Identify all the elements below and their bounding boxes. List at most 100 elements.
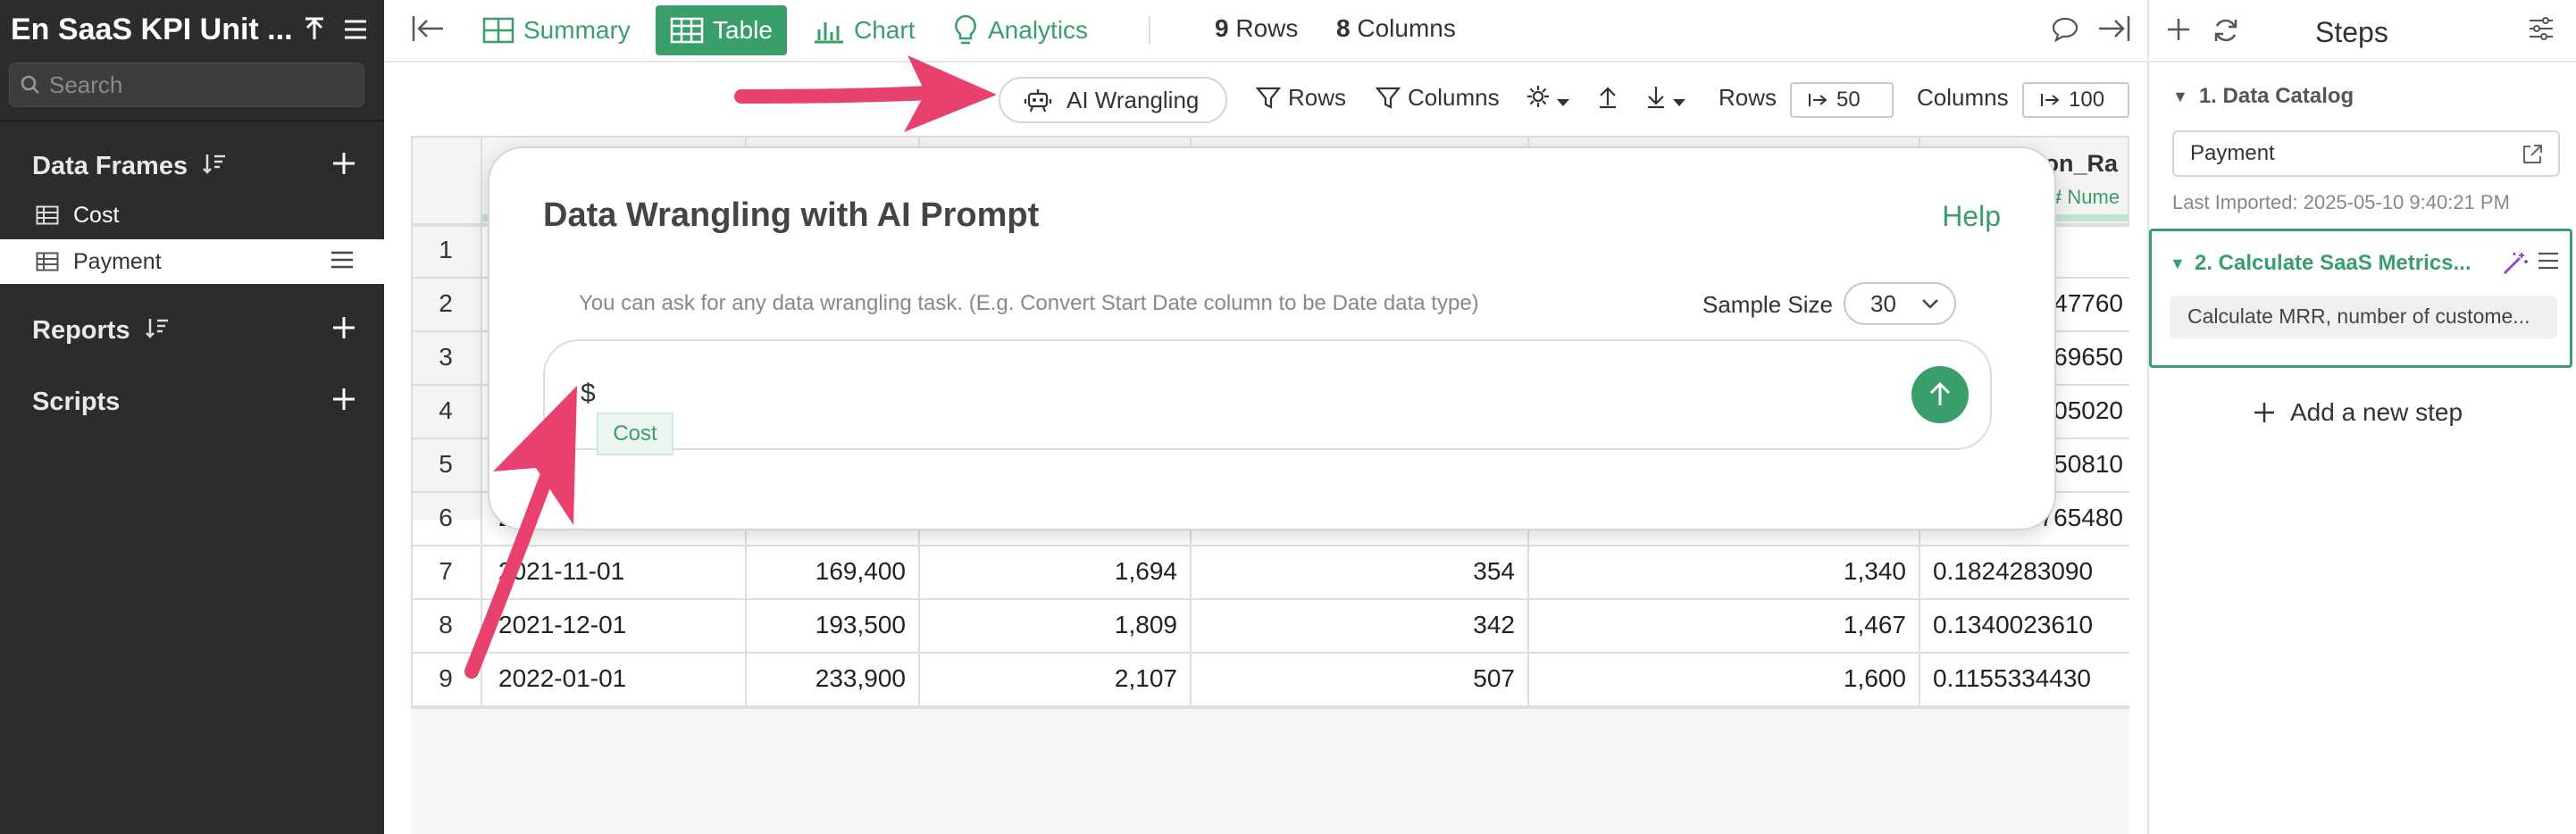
upload-icon[interactable] <box>297 12 332 47</box>
sliders-icon[interactable] <box>2528 16 2555 46</box>
steps-title: Steps <box>2315 16 2388 48</box>
comment-icon[interactable] <box>2051 16 2079 47</box>
step-calculate-saas-metrics[interactable]: ▼ 2. Calculate SaaS Metrics... Calculate… <box>2149 229 2572 368</box>
table-cell: 1,809 <box>1114 611 1177 638</box>
data-frame-item-cost[interactable]: Cost <box>0 193 384 238</box>
tab-analytics[interactable]: Analytics <box>952 5 1088 55</box>
columns-limit-input[interactable]: 100 <box>2022 82 2129 118</box>
table-empty-area <box>411 707 2129 834</box>
tab-label: Summary <box>523 16 631 44</box>
table-cell: 2,107 <box>1114 664 1177 692</box>
last-imported-note: Last Imported: 2025-05-10 9:40:21 PM <box>2172 191 2510 213</box>
row-number: 9 <box>439 664 453 692</box>
data-frames-label: Data Frames <box>32 151 188 180</box>
arrow-up-icon <box>1929 381 1951 405</box>
step-description[interactable]: Calculate MRR, number of custome... <box>2170 296 2557 338</box>
rows-limit-input[interactable]: 50 <box>1790 82 1894 118</box>
item-menu-icon[interactable] <box>330 250 354 274</box>
tab-chart[interactable]: Chart <box>813 5 915 55</box>
help-link[interactable]: Help <box>1942 200 2001 233</box>
columns-limit-value: 100 <box>2069 88 2105 112</box>
prompt-input[interactable]: $ <box>543 339 1992 450</box>
rows-count: 9 Rows <box>1215 14 1298 43</box>
table-cell: 2022-01-01 <box>498 664 627 692</box>
refresh-icon[interactable] <box>2212 16 2240 49</box>
scripts-section: Scripts <box>0 377 384 427</box>
table-cell: 0.1824283090 <box>1933 557 2094 585</box>
column-line <box>481 136 482 707</box>
gear-icon <box>1526 84 1551 115</box>
top-toolbar: Summary Table Chart Analytics 9 Rows 8 C… <box>384 0 2147 63</box>
project-title[interactable]: En SaaS KPI Unit ... <box>11 13 291 47</box>
sidebar-header: En SaaS KPI Unit ... <box>0 0 384 59</box>
columns-count: 8 Columns <box>1336 14 1456 43</box>
data-frame-label: Payment <box>73 248 162 274</box>
add-new-step-button[interactable]: Add a new step <box>2253 398 2463 427</box>
rows-count-value: 9 <box>1215 14 1229 42</box>
table-cell: 0.1155334430 <box>1933 664 2091 692</box>
prompt-hint: You can ask for any data wrangling task.… <box>579 291 1479 315</box>
magic-wand-icon[interactable] <box>2502 251 2529 280</box>
table-cell: 2021-12-01 <box>498 611 627 638</box>
steps-panel: Steps ▼ 1. Data Catalog Payment Last Imp… <box>2147 0 2576 834</box>
row-number: 6 <box>439 504 453 531</box>
step-title: 2. Calculate SaaS Metrics... <box>2195 251 2471 275</box>
reports-label: Reports <box>32 315 130 345</box>
add-data-frame-icon[interactable] <box>330 150 357 181</box>
search-input[interactable] <box>49 71 353 99</box>
sidebar: En SaaS KPI Unit ... Data Frames Cost <box>0 0 384 834</box>
filter-icon <box>1376 86 1401 111</box>
sample-size-select[interactable]: 30 <box>1844 282 1956 325</box>
sample-size-label: Sample Size <box>1702 291 1833 318</box>
table-right-gutter <box>2129 136 2147 834</box>
settings-dropdown[interactable] <box>1526 84 1570 115</box>
collapse-left-icon[interactable] <box>411 14 447 47</box>
columns-count-value: 8 <box>1336 14 1351 42</box>
sample-size-value: 30 <box>1870 289 1896 317</box>
chevron-down-icon: ▼ <box>2170 254 2186 272</box>
row-number: 4 <box>439 396 453 424</box>
add-script-icon[interactable] <box>330 386 357 417</box>
prompt-input-value: $ <box>581 379 596 408</box>
table-cell: 1,694 <box>1114 557 1177 585</box>
hamburger-menu-icon[interactable] <box>338 12 373 47</box>
table-cell: 1,467 <box>1843 611 1906 638</box>
sort-icon[interactable] <box>145 317 170 345</box>
table-toolbar: AI Wrangling Rows Columns Rows 50 Column… <box>384 64 2147 136</box>
rows-filter-button[interactable]: Rows <box>1256 84 1346 112</box>
upload-icon <box>1597 84 1618 115</box>
step-menu-icon[interactable] <box>2538 251 2559 275</box>
step-data-catalog[interactable]: ▼ 1. Data Catalog <box>2172 84 2354 109</box>
external-link-icon[interactable] <box>2521 143 2544 172</box>
collapse-right-icon[interactable] <box>2095 14 2131 47</box>
columns-limit-label: Columns <box>1917 84 2009 111</box>
data-frame-item-payment[interactable]: Payment <box>0 239 384 284</box>
column-type-value: Nume <box>2067 186 2120 208</box>
filter-icon <box>1256 86 1281 111</box>
row-line <box>411 652 2129 654</box>
row-number: 5 <box>439 450 453 478</box>
rows-count-label: Rows <box>1235 14 1299 42</box>
data-frames-section: Data Frames <box>0 141 384 191</box>
table-cell: 1,340 <box>1843 557 1906 585</box>
sort-icon[interactable] <box>202 153 227 180</box>
columns-filter-button[interactable]: Columns <box>1376 84 1500 112</box>
data-source-box[interactable]: Payment <box>2172 130 2560 177</box>
ai-wrangling-button[interactable]: AI Wrangling <box>999 77 1227 123</box>
autocomplete-suggestion[interactable]: Cost <box>597 413 673 455</box>
bar-chart-icon <box>813 17 845 44</box>
add-report-icon[interactable] <box>330 314 357 346</box>
download-dropdown[interactable] <box>1645 84 1686 115</box>
table-cell: 193,500 <box>815 611 906 638</box>
table-cell: 169,400 <box>815 557 906 585</box>
export-button[interactable] <box>1597 84 1618 115</box>
tab-table[interactable]: Table <box>656 5 787 55</box>
tab-summary[interactable]: Summary <box>482 5 631 55</box>
table-icon <box>670 17 704 44</box>
add-step-icon[interactable] <box>2165 16 2192 47</box>
data-frame-label: Cost <box>73 202 120 228</box>
send-button[interactable] <box>1911 366 1969 423</box>
app-window: En SaaS KPI Unit ... Data Frames Cost <box>0 0 2576 834</box>
table-icon <box>36 205 59 225</box>
table-cell: 507 <box>1473 664 1515 692</box>
